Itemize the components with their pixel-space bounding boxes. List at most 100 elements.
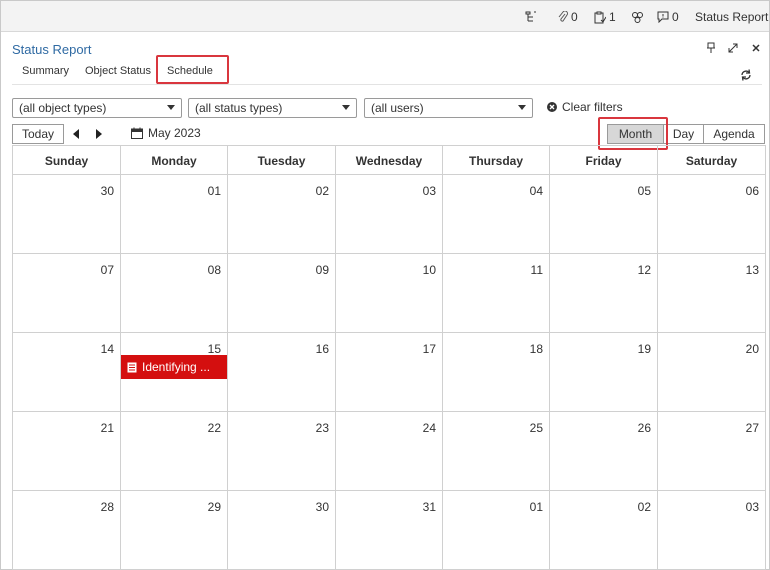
calendar-day-cell[interactable]: 05 (550, 175, 658, 253)
calendar-day-cell[interactable]: 19 (550, 333, 658, 411)
day-number: 19 (637, 342, 651, 356)
day-number: 31 (422, 500, 436, 514)
pin-button[interactable] (704, 41, 718, 55)
dow-monday: Monday (121, 146, 228, 175)
calendar-day-cell[interactable]: 29 (121, 491, 228, 569)
calendar-day-cell[interactable]: 08 (121, 254, 228, 332)
day-number: 11 (530, 263, 543, 277)
tasks-button[interactable]: 1 (594, 9, 616, 25)
user-filter[interactable]: (all users) (364, 98, 533, 118)
day-number: 30 (315, 500, 329, 514)
calendar-week-row: 21 22 23 24 25 26 27 (13, 412, 765, 491)
day-number: 08 (207, 263, 221, 277)
calendar-day-cell[interactable]: 28 (13, 491, 121, 569)
paperclip-icon (558, 11, 568, 22)
calendar-day-cell[interactable]: 03 (336, 175, 443, 253)
calendar-day-cell[interactable]: 26 (550, 412, 658, 490)
calendar-day-cell[interactable]: 24 (336, 412, 443, 490)
calendar-day-cell[interactable]: 16 (228, 333, 336, 411)
status-type-filter-value: (all status types) (195, 101, 283, 115)
day-number: 20 (745, 342, 759, 356)
calendar-day-cell[interactable]: 25 (443, 412, 550, 490)
maximize-button[interactable] (726, 41, 740, 55)
calendar-day-cell[interactable]: 31 (336, 491, 443, 569)
day-number: 07 (100, 263, 114, 277)
calendar-event[interactable]: Identifying ... (121, 355, 227, 379)
tab-summary[interactable]: Summary (22, 65, 69, 77)
day-number: 24 (422, 421, 436, 435)
clear-filters-button[interactable]: Clear filters (547, 100, 623, 114)
agenda-view-label: Agenda (713, 127, 755, 141)
attachments-count: 0 (571, 10, 578, 24)
tab-object-status[interactable]: Object Status (85, 65, 151, 77)
day-number: 30 (100, 184, 114, 198)
calendar-day-cell[interactable]: 02 (228, 175, 336, 253)
next-month-button[interactable] (96, 129, 102, 139)
calendar-day-cell[interactable]: 12 (550, 254, 658, 332)
day-number: 22 (207, 421, 221, 435)
status-type-filter[interactable]: (all status types) (188, 98, 357, 118)
document-icon (127, 362, 137, 372)
expand-icon (728, 43, 738, 53)
calendar-day-cell[interactable]: 27 (658, 412, 765, 490)
day-number: 12 (637, 263, 651, 277)
month-picker[interactable]: May 2023 (131, 126, 201, 140)
refresh-icon (741, 69, 751, 81)
attachments-button[interactable]: 0 (557, 9, 578, 25)
calendar-day-cell[interactable]: 13 (658, 254, 765, 332)
today-button[interactable]: Today (12, 124, 64, 144)
day-number: 09 (315, 263, 329, 277)
clear-filters-label: Clear filters (562, 100, 623, 114)
close-button[interactable] (749, 41, 763, 55)
day-number: 01 (529, 500, 543, 514)
day-number: 17 (422, 342, 436, 356)
calendar-day-cell[interactable]: 02 (550, 491, 658, 569)
comment-icon (657, 11, 669, 23)
calendar-day-cell[interactable]: 11 (443, 254, 550, 332)
report-link[interactable]: Status Report (695, 9, 768, 25)
day-number: 25 (529, 421, 543, 435)
close-icon (752, 44, 760, 52)
calendar-day-cell[interactable]: 03 (658, 491, 765, 569)
day-number: 29 (207, 500, 221, 514)
day-number: 04 (529, 184, 543, 198)
comments-button[interactable]: 0 (657, 9, 679, 25)
month-calendar: Sunday Monday Tuesday Wednesday Thursday… (12, 145, 766, 570)
chevron-down-icon (518, 105, 526, 110)
calendar-day-cell[interactable]: 21 (13, 412, 121, 490)
calendar-day-cell[interactable]: 22 (121, 412, 228, 490)
outline-icon (525, 11, 536, 22)
calendar-day-cell[interactable]: 17 (336, 333, 443, 411)
day-number: 05 (637, 184, 651, 198)
calendar-day-cell[interactable]: 06 (658, 175, 765, 253)
calendar-day-cell[interactable]: 10 (336, 254, 443, 332)
dow-saturday: Saturday (685, 153, 738, 168)
calendar-day-cell[interactable]: 20 (658, 333, 765, 411)
clipboard-check-icon (594, 11, 606, 23)
tabs-divider (12, 84, 762, 85)
calendar-week-row: 30 01 02 03 04 05 06 (13, 175, 765, 254)
day-number: 03 (745, 500, 759, 514)
object-type-filter[interactable]: (all object types) (12, 98, 182, 118)
clear-circle-icon (547, 102, 557, 112)
outline-button[interactable] (525, 9, 537, 25)
calendar-day-cell[interactable]: 04 (443, 175, 550, 253)
previous-month-button[interactable] (73, 129, 79, 139)
refresh-button[interactable] (739, 68, 753, 82)
calendar-day-cell[interactable]: 14 (13, 333, 121, 411)
calendar-week-row: 07 08 09 10 11 12 13 (13, 254, 765, 333)
day-number: 03 (422, 184, 436, 198)
calendar-day-cell[interactable]: 01 (443, 491, 550, 569)
calendar-day-cell[interactable]: 30 (228, 491, 336, 569)
agenda-view-button[interactable]: Agenda (704, 124, 765, 144)
day-view-button[interactable]: Day (664, 124, 704, 144)
calendar-day-cell[interactable]: 07 (13, 254, 121, 332)
calendar-day-cell[interactable]: 23 (228, 412, 336, 490)
workflow-button[interactable] (631, 9, 644, 25)
calendar-day-cell[interactable]: 01 (121, 175, 228, 253)
calendar-day-cell[interactable]: 18 (443, 333, 550, 411)
calendar-day-cell[interactable]: 30 (13, 175, 121, 253)
schedule-tab-highlight (156, 55, 229, 84)
day-number: 27 (745, 421, 759, 435)
calendar-day-cell[interactable]: 09 (228, 254, 336, 332)
